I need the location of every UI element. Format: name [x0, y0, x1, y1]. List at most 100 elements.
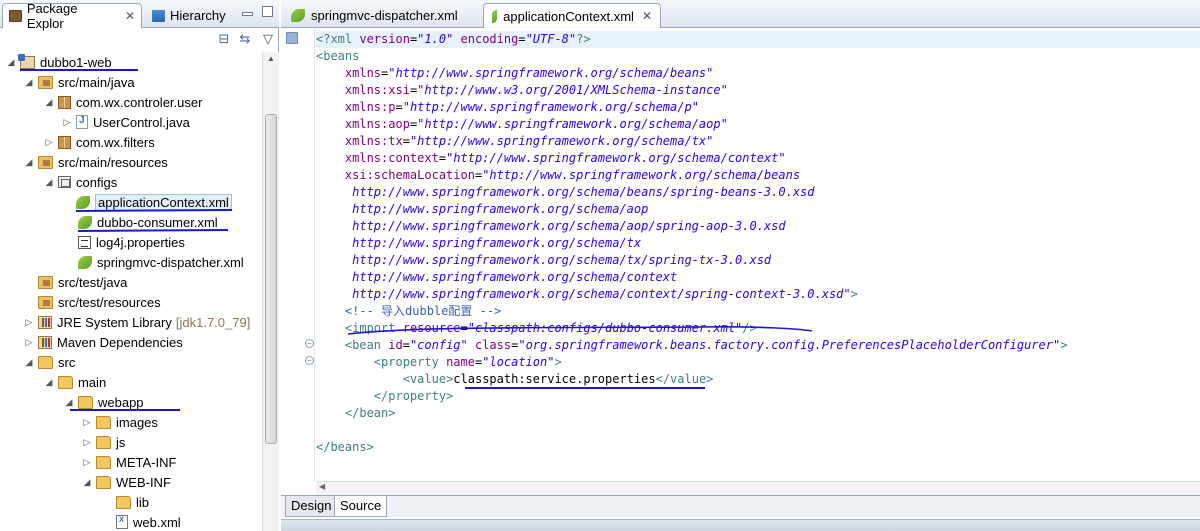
tree-item-images[interactable]: ▷ images: [82, 412, 158, 432]
tree-item-log4j-properties[interactable]: log4j.properties: [78, 232, 185, 252]
tree-item-src-main-resources[interactable]: ◢ src/main/resources: [24, 152, 168, 172]
tree-item-src-test-java[interactable]: src/test/java: [38, 272, 127, 292]
collapsed-arrow-icon[interactable]: ▷: [82, 437, 92, 447]
scrollbar-thumb[interactable]: [265, 114, 277, 444]
code-line[interactable]: xmlns="http://www.springframework.org/sc…: [316, 65, 713, 82]
tree-item-label: dubbo-consumer.xml: [97, 214, 218, 230]
tree-item-package-controler[interactable]: ◢ com.wx.controler.user: [44, 92, 203, 112]
tab-source[interactable]: Source: [334, 496, 388, 517]
code-line[interactable]: xmlns:xsi="http://www.w3.org/2001/XMLSch…: [316, 82, 728, 99]
collapsed-arrow-icon[interactable]: ▷: [24, 317, 34, 327]
code-line[interactable]: <?xml version="1.0" encoding="UTF-8"?>: [316, 31, 1200, 48]
tab-applicationcontext[interactable]: applicationContext.xml ✕: [483, 3, 661, 28]
code-line[interactable]: <!-- 导入dubble配置 -->: [316, 303, 501, 320]
tree-vertical-scrollbar[interactable]: ▲: [262, 52, 279, 531]
expand-arrow-icon[interactable]: ◢: [82, 477, 92, 487]
expand-arrow-icon[interactable]: ◢: [44, 177, 54, 187]
tree-item-web-inf[interactable]: ◢ WEB-INF: [82, 472, 171, 492]
project-tree: ◢ dubbo1-web ◢ src/main/java ◢ com.wx.co…: [0, 52, 262, 531]
code-line[interactable]: <property name="location">: [316, 354, 562, 371]
tab-design[interactable]: Design: [285, 496, 338, 517]
collapse-all-icon[interactable]: ⊟: [217, 32, 231, 46]
code-line[interactable]: xsi:schemaLocation="http://www.springfra…: [316, 167, 800, 184]
code-area[interactable]: <?xml version="1.0" encoding="UTF-8"?> <b…: [316, 29, 1200, 481]
expand-arrow-icon[interactable]: ◢: [24, 357, 34, 367]
code-line[interactable]: </beans>: [316, 439, 374, 456]
scroll-left-icon[interactable]: ◀: [319, 482, 325, 491]
fold-toggle-icon[interactable]: −: [305, 356, 314, 365]
tree-item-jre-library[interactable]: ▷ JRE System Library [jdk1.7.0_79]: [24, 312, 251, 332]
scroll-up-icon[interactable]: ▲: [267, 54, 275, 63]
tree-item-lib[interactable]: lib: [116, 492, 149, 512]
code-line[interactable]: <value>classpath:service.properties</val…: [316, 371, 714, 388]
code-line[interactable]: xmlns:tx="http://www.springframework.org…: [316, 133, 713, 150]
tree-item-src[interactable]: ◢ src: [24, 352, 76, 372]
expand-arrow-icon[interactable]: ◢: [24, 157, 34, 167]
collapsed-arrow-icon[interactable]: ▷: [44, 137, 54, 147]
folder-icon: [96, 475, 111, 489]
tree-item-src-main-java[interactable]: ◢ src/main/java: [24, 72, 135, 92]
tree-item-label: Maven Dependencies: [57, 334, 183, 350]
tree-item-main[interactable]: ◢ main: [44, 372, 107, 392]
tree-item-dubbo-consumer-xml[interactable]: dubbo-consumer.xml: [78, 212, 218, 232]
expand-arrow-icon[interactable]: ◢: [6, 57, 16, 67]
tree-item-meta-inf[interactable]: ▷ META-INF: [82, 452, 177, 472]
code-line[interactable]: <bean id="config" class="org.springframe…: [316, 337, 1068, 354]
spring-xml-icon: [78, 255, 92, 269]
code-line[interactable]: <beans: [316, 48, 359, 65]
code-line[interactable]: <import resource="classpath:configs/dubb…: [316, 320, 757, 337]
collapsed-arrow-icon[interactable]: ▷: [62, 117, 72, 127]
expand-arrow-icon[interactable]: ◢: [44, 97, 54, 107]
tree-item-usercontrol-java[interactable]: ▷ UserControl.java: [62, 112, 190, 132]
collapsed-arrow-icon[interactable]: ▷: [82, 417, 92, 427]
code-line[interactable]: </property>: [316, 388, 453, 405]
tree-item-web-xml[interactable]: web.xml: [116, 512, 181, 531]
code-line[interactable]: xmlns:p="http://www.springframework.org/…: [316, 99, 699, 116]
expand-arrow-icon[interactable]: ◢: [44, 377, 54, 387]
tab-springmvc-dispatcher[interactable]: springmvc-dispatcher.xml: [283, 3, 479, 28]
code-line[interactable]: http://www.springframework.org/schema/ao…: [316, 218, 785, 235]
tree-item-configs[interactable]: ◢ configs: [44, 172, 118, 192]
code-line[interactable]: http://www.springframework.org/schema/co…: [316, 286, 858, 303]
properties-file-icon: [78, 235, 91, 249]
fold-toggle-icon[interactable]: −: [305, 339, 314, 348]
tree-item-label: UserControl.java: [93, 114, 190, 130]
code-line[interactable]: xmlns:context="http://www.springframewor…: [316, 150, 786, 167]
tab-package-explorer[interactable]: Package Explor ✕: [2, 1, 142, 31]
tab-hierarchy[interactable]: Hierarchy: [146, 3, 238, 28]
tree-item-label: log4j.properties: [96, 234, 185, 250]
folder-icon: [96, 415, 111, 429]
tree-item-label: com.wx.filters: [76, 134, 155, 150]
tree-item-project[interactable]: ◢ dubbo1-web: [6, 52, 112, 72]
link-with-editor-icon[interactable]: ⇆: [238, 32, 252, 46]
code-line[interactable]: http://www.springframework.org/schema/tx…: [316, 252, 771, 269]
code-line[interactable]: http://www.springframework.org/schema/tx: [316, 235, 641, 252]
expand-arrow-icon[interactable]: ◢: [64, 397, 74, 407]
code-line[interactable]: http://www.springframework.org/schema/co…: [316, 269, 677, 286]
code-line[interactable]: http://www.springframework.org/schema/be…: [316, 184, 814, 201]
minimize-icon[interactable]: [242, 12, 253, 16]
collapsed-arrow-icon[interactable]: ▷: [24, 337, 34, 347]
tree-item-applicationcontext-xml[interactable]: applicationContext.xml: [76, 192, 232, 212]
expand-arrow-icon[interactable]: ◢: [24, 77, 34, 87]
code-line[interactable]: xmlns:aop="http://www.springframework.or…: [316, 116, 728, 133]
tree-item-webapp[interactable]: ◢ webapp: [64, 392, 144, 412]
code-line[interactable]: </bean>: [316, 405, 396, 422]
package-explorer-icon: [9, 10, 22, 22]
tree-item-maven-dependencies[interactable]: ▷ Maven Dependencies: [24, 332, 183, 352]
tree-item-src-test-resources[interactable]: src/test/resources: [38, 292, 161, 312]
source-folder-icon: [38, 295, 53, 309]
code-line[interactable]: http://www.springframework.org/schema/ao…: [316, 201, 648, 218]
close-icon[interactable]: ✕: [125, 9, 135, 23]
view-menu-icon[interactable]: ▽: [261, 32, 275, 46]
jdk-version-label: [jdk1.7.0_79]: [175, 314, 251, 330]
maximize-icon[interactable]: [262, 6, 273, 17]
tree-item-js[interactable]: ▷ js: [82, 432, 126, 452]
tree-item-springmvc-dispatcher-xml[interactable]: springmvc-dispatcher.xml: [78, 252, 244, 272]
tab-package-explorer-label: Package Explor: [26, 1, 78, 31]
collapsed-arrow-icon[interactable]: ▷: [82, 457, 92, 467]
close-icon[interactable]: ✕: [642, 9, 652, 23]
tree-item-package-filters[interactable]: ▷ com.wx.filters: [44, 132, 155, 152]
status-strip: [281, 519, 1200, 531]
editor-horizontal-scrollbar[interactable]: ◀: [316, 481, 1200, 495]
